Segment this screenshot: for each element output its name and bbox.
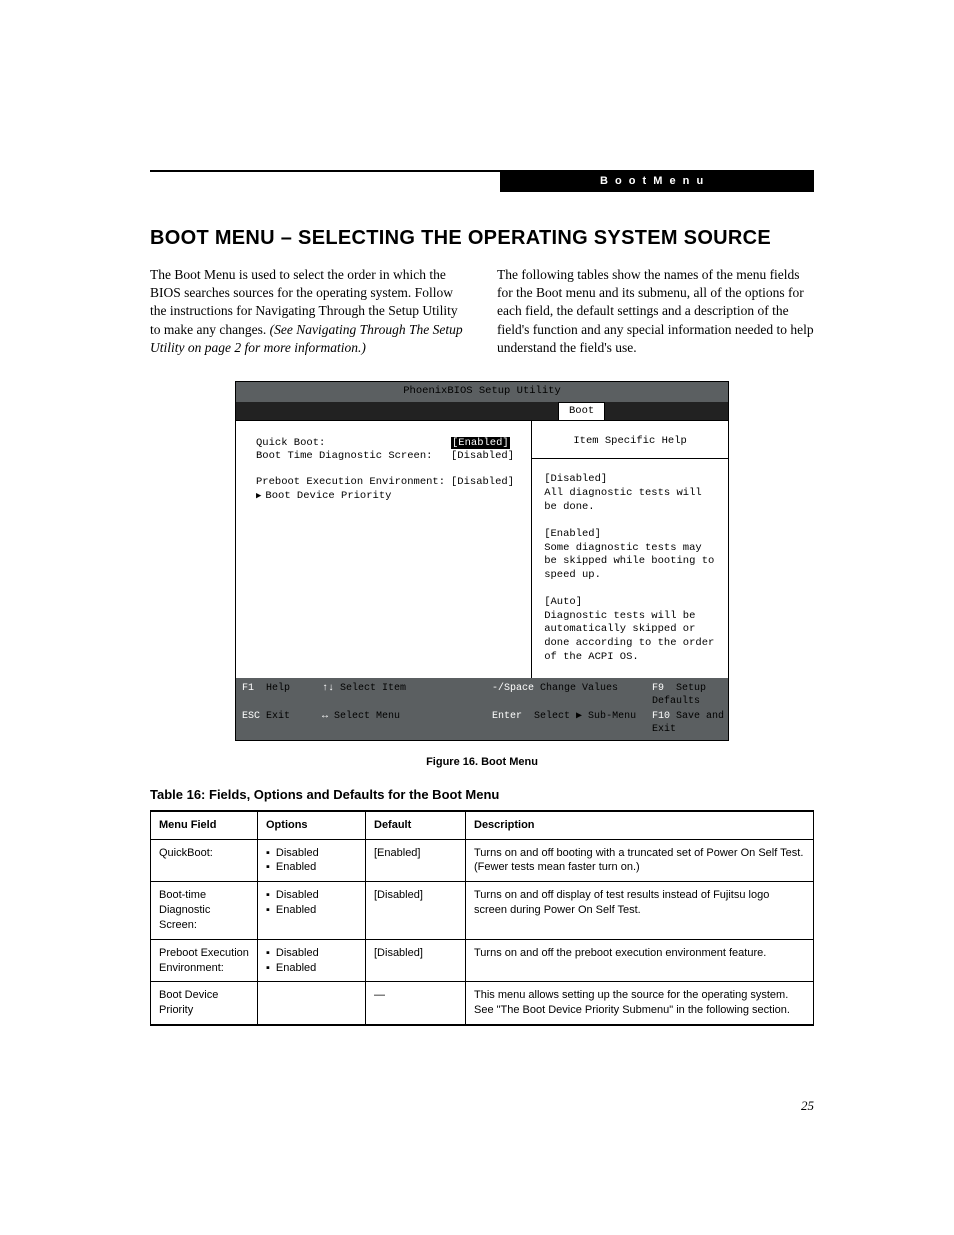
option-item: Disabled bbox=[266, 946, 357, 961]
bios-help-title: Item Specific Help bbox=[532, 421, 728, 460]
cell-description: Turns on and off display of test results… bbox=[466, 882, 814, 940]
bios-label: Quick Boot: bbox=[256, 437, 451, 451]
table-row: Preboot Execution Environment:DisabledEn… bbox=[151, 939, 814, 982]
cell-options: DisabledEnabled bbox=[258, 939, 366, 982]
key-updown: ↑↓ bbox=[322, 683, 334, 694]
cell-field: QuickBoot: bbox=[151, 839, 258, 882]
cell-default: [Disabled] bbox=[366, 939, 466, 982]
header-breadcrumb: B o o t M e n u bbox=[500, 170, 814, 192]
th-default: Default bbox=[366, 811, 466, 839]
bios-help-line: Some diagnostic tests may be skipped whi… bbox=[544, 542, 716, 583]
intro-left: The Boot Menu is used to select the orde… bbox=[150, 266, 467, 361]
option-item: Disabled bbox=[266, 846, 357, 861]
bios-label: Preboot Execution Environment: bbox=[256, 476, 451, 490]
intro-right: The following tables show the names of t… bbox=[497, 266, 814, 361]
page: B o o t M e n u BOOT MENU – SELECTING TH… bbox=[0, 0, 954, 1235]
table-row: Boot Device Priority —This menu allows se… bbox=[151, 982, 814, 1025]
cell-options: DisabledEnabled bbox=[258, 839, 366, 882]
option-item: Enabled bbox=[266, 903, 357, 918]
bios-help-line: [Enabled] bbox=[544, 528, 716, 542]
bios-help-line: [Auto] bbox=[544, 596, 716, 610]
bios-value: [Disabled] bbox=[451, 450, 521, 464]
cell-description: This menu allows setting up the source f… bbox=[466, 982, 814, 1025]
key-select-item: Select Item bbox=[340, 683, 406, 694]
bios-submenu-label: Boot Device Priority bbox=[256, 490, 391, 504]
key-esc: ESC bbox=[242, 711, 260, 722]
bios-help-line: Diagnostic tests will be automatically s… bbox=[544, 610, 716, 665]
cell-options bbox=[258, 982, 366, 1025]
cell-description: Turns on and off the preboot execution e… bbox=[466, 939, 814, 982]
intro-columns: The Boot Menu is used to select the orde… bbox=[150, 266, 814, 361]
intro-right-text: The following tables show the names of t… bbox=[497, 266, 814, 357]
bios-help-line: [Disabled] bbox=[544, 473, 716, 487]
key-f10: F10 bbox=[652, 711, 670, 722]
table-row: QuickBoot:DisabledEnabled[Enabled]Turns … bbox=[151, 839, 814, 882]
bios-help-body: [Disabled] All diagnostic tests will be … bbox=[532, 459, 728, 678]
bios-row-preboot: Preboot Execution Environment: [Disabled… bbox=[256, 476, 521, 490]
key-enter: Enter bbox=[492, 711, 522, 722]
th-options: Options bbox=[258, 811, 366, 839]
bios-help-line bbox=[544, 583, 716, 597]
key-select-menu: Select Menu bbox=[334, 711, 400, 722]
bios-help-line bbox=[544, 514, 716, 528]
bios-help-pane: Item Specific Help [Disabled] All diagno… bbox=[531, 421, 728, 679]
bios-tab-boot: Boot bbox=[558, 402, 605, 421]
bios-settings-pane: Quick Boot: [Enabled] Boot Time Diagnost… bbox=[236, 421, 531, 679]
option-item: Disabled bbox=[266, 888, 357, 903]
bios-tab-bar: Boot bbox=[236, 402, 728, 420]
cell-field: Boot Device Priority bbox=[151, 982, 258, 1025]
fields-table: Menu Field Options Default Description Q… bbox=[150, 810, 814, 1026]
key-leftright: ↔ bbox=[322, 711, 328, 722]
intro-left-text: The Boot Menu is used to select the orde… bbox=[150, 266, 467, 357]
key-exit: Exit bbox=[266, 711, 290, 722]
key-select-sub: Select ▶ Sub-Menu bbox=[534, 711, 636, 722]
cell-default: [Disabled] bbox=[366, 882, 466, 940]
option-item: Enabled bbox=[266, 860, 357, 875]
bios-row-diag: Boot Time Diagnostic Screen: [Disabled] bbox=[256, 450, 521, 464]
key-f9: F9 bbox=[652, 683, 664, 694]
key-change-values: Change Values bbox=[540, 683, 618, 694]
table-title: Table 16: Fields, Options and Defaults f… bbox=[150, 786, 814, 804]
bios-value: [Disabled] bbox=[451, 476, 521, 490]
bios-window-title: PhoenixBIOS Setup Utility bbox=[236, 382, 728, 402]
cell-default: [Enabled] bbox=[366, 839, 466, 882]
key-minus-space: -/Space bbox=[492, 683, 534, 694]
bios-row-spacer bbox=[256, 464, 521, 476]
bios-row-submenu: Boot Device Priority bbox=[256, 490, 521, 504]
figure-caption: Figure 16. Boot Menu bbox=[150, 755, 814, 770]
page-title: BOOT MENU – SELECTING THE OPERATING SYST… bbox=[150, 225, 814, 252]
bios-value-selected: [Enabled] bbox=[451, 437, 510, 449]
bios-label: Boot Time Diagnostic Screen: bbox=[256, 450, 451, 464]
table-header-row: Menu Field Options Default Description bbox=[151, 811, 814, 839]
cell-default: — bbox=[366, 982, 466, 1025]
bios-footer: F1 Help ↑↓ Select Item -/Space Change Va… bbox=[236, 678, 728, 740]
bios-help-line: All diagnostic tests will be done. bbox=[544, 487, 716, 514]
cell-description: Turns on and off booting with a truncate… bbox=[466, 839, 814, 882]
th-menu-field: Menu Field bbox=[151, 811, 258, 839]
cell-field: Preboot Execution Environment: bbox=[151, 939, 258, 982]
bios-screenshot: PhoenixBIOS Setup Utility Boot Quick Boo… bbox=[235, 381, 729, 741]
key-f1: F1 bbox=[242, 683, 254, 694]
cell-options: DisabledEnabled bbox=[258, 882, 366, 940]
breadcrumb-text: B o o t M e n u bbox=[600, 174, 705, 189]
bios-row-quickboot: Quick Boot: [Enabled] bbox=[256, 437, 521, 451]
cell-field: Boot-time Diagnostic Screen: bbox=[151, 882, 258, 940]
page-number: 25 bbox=[801, 1097, 814, 1115]
bios-body: Quick Boot: [Enabled] Boot Time Diagnost… bbox=[236, 420, 728, 679]
table-row: Boot-time Diagnostic Screen:DisabledEnab… bbox=[151, 882, 814, 940]
option-item: Enabled bbox=[266, 961, 357, 976]
key-help: Help bbox=[266, 683, 290, 694]
th-description: Description bbox=[466, 811, 814, 839]
